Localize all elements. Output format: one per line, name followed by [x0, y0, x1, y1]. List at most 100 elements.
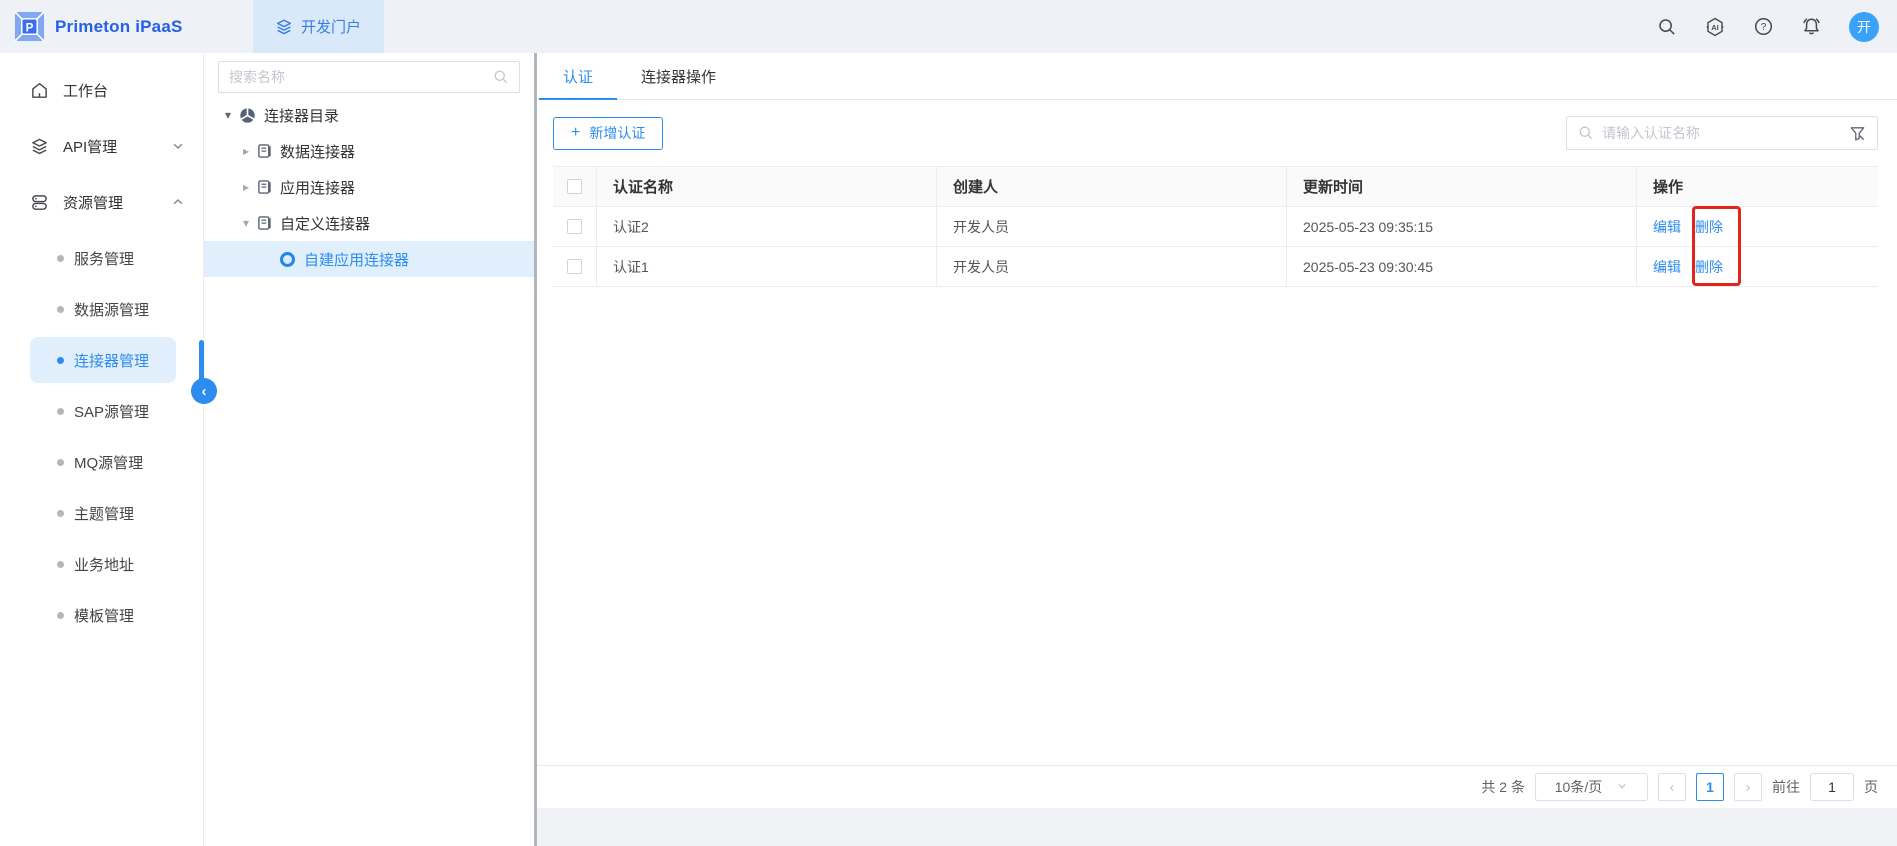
sidebar-sub-item-label: MQ源管理 [74, 452, 143, 473]
tree-node[interactable]: ▸ 应用连接器 [204, 169, 534, 205]
sidebar-sub-item-label: SAP源管理 [74, 401, 149, 422]
search-icon [1578, 125, 1594, 141]
auth-search-box [1566, 116, 1878, 150]
delete-link[interactable]: 删除 [1695, 257, 1723, 277]
tree-search-box [218, 61, 520, 93]
caret-down-icon[interactable]: ▾ [220, 108, 236, 122]
sidebar-item-resource-management[interactable]: 资源管理 [0, 174, 203, 230]
select-all-checkbox[interactable] [567, 179, 582, 194]
logo: P Primeton iPaaS [0, 11, 183, 42]
chevron-left-icon: ‹ [1670, 779, 1675, 796]
table-body: 认证2 开发人员 2025-05-23 09:35:15 编辑 删除 认证1 开… [553, 207, 1878, 287]
search-icon[interactable] [1657, 17, 1677, 37]
help-icon[interactable]: ? [1753, 16, 1774, 37]
edit-link[interactable]: 编辑 [1653, 257, 1681, 277]
tree-node[interactable]: ▸ 数据连接器 [204, 133, 534, 169]
sidebar-item-label: 资源管理 [63, 192, 123, 213]
connector-tree-panel: ▾ 连接器目录 ▸ 数据连接器 ▸ [204, 53, 537, 846]
sidebar-sub-item[interactable]: 数据源管理 [30, 286, 176, 332]
document-icon [257, 215, 272, 231]
bullet-icon [57, 408, 64, 415]
ai-assistant-icon[interactable]: AI [1704, 16, 1726, 38]
notification-bell-icon[interactable] [1801, 16, 1822, 37]
page-number-button[interactable]: 1 [1696, 773, 1724, 801]
row-checkbox[interactable] [567, 259, 582, 274]
goto-page-input[interactable] [1810, 773, 1854, 801]
page-size-select[interactable]: 10条/页 [1535, 773, 1648, 801]
sidebar-sub-item[interactable]: 连接器管理 [30, 337, 176, 383]
layers-icon [275, 18, 293, 36]
sidebar-sub-item-label: 服务管理 [74, 248, 134, 269]
sidebar-nav: 工作台 API管理 [0, 53, 204, 846]
sidebar-sub-item[interactable]: 服务管理 [30, 235, 176, 281]
portal-tab[interactable]: 开发门户 [253, 0, 384, 53]
home-icon [30, 81, 50, 100]
tab-connector-operations[interactable]: 连接器操作 [617, 53, 740, 99]
page-size-value: 10条/页 [1555, 777, 1602, 797]
delete-link[interactable]: 删除 [1695, 217, 1723, 237]
sidebar-sub-item[interactable]: 主题管理 [30, 490, 176, 536]
edit-link[interactable]: 编辑 [1653, 217, 1681, 237]
collapse-sidebar-toggle[interactable]: ‹ [191, 378, 217, 404]
cell-updated: 2025-05-23 09:30:45 [1303, 259, 1433, 275]
resources-icon [30, 193, 50, 212]
cell-creator: 开发人员 [953, 257, 1009, 277]
header-actions: AI ? 开 [1657, 12, 1897, 42]
sidebar-sub-item-label: 模板管理 [74, 605, 134, 626]
caret-icon[interactable]: ▸ [238, 180, 254, 194]
sidebar-sub-item[interactable]: SAP源管理 [30, 388, 176, 434]
bullet-icon [57, 306, 64, 313]
bullet-icon [57, 510, 64, 517]
tab-label: 连接器操作 [641, 66, 716, 87]
auth-table: 认证名称 创建人 更新时间 操作 认证2 开发人员 2025-05-23 09:… [553, 166, 1878, 287]
cell-creator: 开发人员 [953, 217, 1009, 237]
sidebar-sub-item-label: 业务地址 [74, 554, 134, 575]
tree-search-input[interactable] [229, 69, 493, 85]
sidebar-sub-item-label: 数据源管理 [74, 299, 149, 320]
goto-label: 前往 [1772, 777, 1800, 797]
chevron-right-icon: › [1746, 779, 1751, 796]
tab-auth[interactable]: 认证 [539, 53, 617, 99]
row-checkbox[interactable] [567, 219, 582, 234]
next-page-button[interactable]: › [1734, 773, 1762, 801]
sidebar-sub-item[interactable]: 业务地址 [30, 541, 176, 587]
bullet-icon [57, 255, 64, 262]
user-avatar[interactable]: 开 [1849, 12, 1879, 42]
main-area: 认证 连接器操作 + 新增认证 [537, 53, 1897, 846]
tree-search-icon[interactable] [493, 69, 509, 85]
content-card: 认证 连接器操作 + 新增认证 [537, 53, 1897, 808]
toolbar: + 新增认证 [553, 116, 1878, 150]
add-auth-button-label: 新增认证 [589, 123, 645, 143]
chevron-down-icon [171, 139, 185, 153]
sidebar-item-api-management[interactable]: API管理 [0, 118, 203, 174]
cell-auth-name: 认证2 [613, 217, 649, 237]
caret-icon[interactable]: ▾ [238, 216, 254, 230]
tree-node-label: 应用连接器 [280, 177, 355, 198]
tree-children: ▸ 数据连接器 ▸ 应用连接器 ▾ [204, 133, 534, 241]
tree-node[interactable]: ▾ 自定义连接器 [204, 205, 534, 241]
tree-node-root[interactable]: ▾ 连接器目录 [204, 97, 534, 133]
prev-page-button[interactable]: ‹ [1658, 773, 1686, 801]
sidebar-sub-list: 服务管理 数据源管理 连接器管理 SAP源管理 MQ源管理 主题管理 业务地址 … [0, 235, 203, 638]
sidebar-sub-item-label: 连接器管理 [74, 350, 149, 371]
add-auth-button[interactable]: + 新增认证 [553, 117, 663, 150]
caret-icon[interactable]: ▸ [238, 144, 254, 158]
tree-node-label: 数据连接器 [280, 141, 355, 162]
sidebar-sub-item[interactable]: MQ源管理 [30, 439, 176, 485]
sidebar-item-workbench[interactable]: 工作台 [0, 62, 203, 118]
document-icon [257, 179, 272, 195]
app-window: P Primeton iPaaS 开发门户 [0, 0, 1897, 846]
column-header-auth-name: 认证名称 [613, 176, 673, 197]
filter-funnel-icon[interactable] [1849, 125, 1866, 142]
tree-node-label: 自建应用连接器 [304, 249, 409, 270]
sidebar-item-label: 工作台 [63, 80, 108, 101]
tree-node-label: 连接器目录 [264, 105, 339, 126]
tree-node-selected-leaf[interactable]: 自建应用连接器 [204, 241, 534, 277]
portal-tab-label: 开发门户 [301, 16, 361, 37]
sidebar-sub-item[interactable]: 模板管理 [30, 592, 176, 638]
page-unit-label: 页 [1864, 777, 1878, 797]
pagination-bar: 共 2 条 10条/页 ‹ 1 › [537, 765, 1897, 808]
auth-search-input[interactable] [1602, 125, 1841, 141]
catalog-icon [239, 107, 256, 124]
cell-updated: 2025-05-23 09:35:15 [1303, 219, 1433, 235]
